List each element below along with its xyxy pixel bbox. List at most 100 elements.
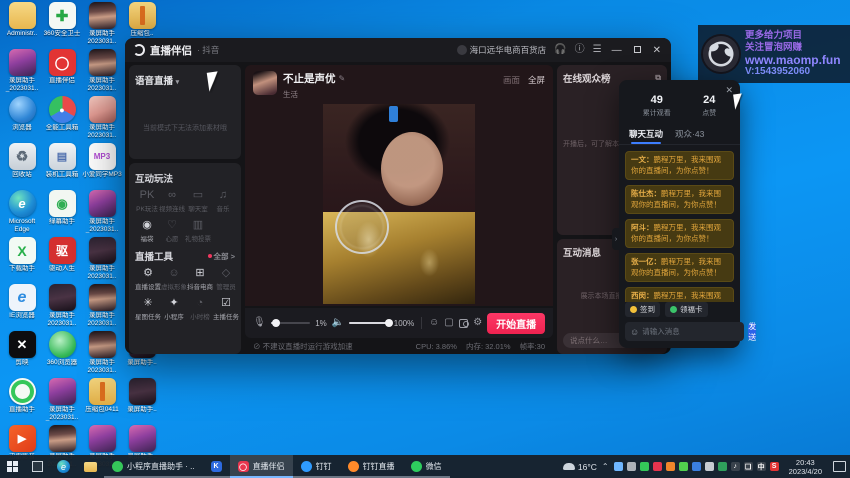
play-item-福袋[interactable]: ◉福袋 <box>135 219 159 243</box>
desktop-icon-360安全卫士[interactable]: ✚360安全卫士 <box>42 2 82 49</box>
tray-icon[interactable] <box>692 462 701 471</box>
desktop-icon-压缩包0411[interactable]: 压缩包0411 <box>82 378 122 425</box>
tray-icon[interactable] <box>640 462 649 471</box>
desktop-icon-录屏助手_2023031..[interactable]: 录屏助手_2023031.. <box>2 49 42 96</box>
tool-item-虚拟形象[interactable]: ☺虚拟形象 <box>161 267 187 291</box>
desktop-icon-直播伴侣[interactable]: ◯直播伴侣 <box>42 49 82 96</box>
desktop-icon-录屏助手_2023031..[interactable]: 录屏助手_2023031.. <box>82 190 122 237</box>
tray-icon[interactable] <box>627 462 636 471</box>
desktop-icon-Microsoft Edge[interactable]: eMicrosoft Edge <box>2 190 42 237</box>
tool-item-管理员[interactable]: ◇管理员 <box>213 267 239 291</box>
desktop-icon-驱动人生[interactable]: 驱驱动人生 <box>42 237 82 284</box>
send-button[interactable]: 发送 <box>748 323 756 340</box>
beauty-icon[interactable]: ☺ <box>429 318 439 328</box>
speaker-volume-slider[interactable] <box>349 322 389 324</box>
minimize-button[interactable]: — <box>610 45 624 56</box>
taskbar-app-钉钉直播[interactable]: 钉钉直播 <box>340 455 403 478</box>
desktop-icon-录屏助手2023031..[interactable]: 录屏助手2023031.. <box>82 96 122 143</box>
tray-icon[interactable]: 中 <box>757 462 766 471</box>
tool-item-主播任务[interactable]: ☑主播任务 <box>213 297 239 321</box>
desktop-icon-IE浏览器[interactable]: eIE浏览器 <box>2 284 42 331</box>
layout-icon[interactable]: ▢ <box>444 318 453 328</box>
info-icon[interactable]: ⓘ <box>575 45 585 55</box>
desktop-icon-录屏助手_2023031..[interactable]: 录屏助手_2023031.. <box>42 378 82 425</box>
play-item-PK玩法[interactable]: PKPK玩法 <box>135 189 159 213</box>
chat-close-icon[interactable]: ✕ <box>725 85 733 96</box>
desktop-icon-全能工具箱[interactable]: ●全能工具箱 <box>42 96 82 143</box>
desktop-icon-回收站[interactable]: ♻回收站 <box>2 143 42 190</box>
desktop-icon-剪映[interactable]: ✕剪映 <box>2 331 42 378</box>
taskbar-app-小程序直播助手 · ..[interactable]: 小程序直播助手 · .. <box>104 455 203 478</box>
chat-message-input[interactable] <box>642 327 739 336</box>
tool-item-小程序[interactable]: ✦小程序 <box>161 297 187 321</box>
tray-icon[interactable] <box>705 462 714 471</box>
taskbar-app-微信[interactable]: 微信 <box>403 455 450 478</box>
desktop-icon-下载助手[interactable]: X下载助手 <box>2 237 42 284</box>
taskbar-clock[interactable]: 20:43 2023/4/20 <box>784 458 827 476</box>
tool-item-星图任务[interactable]: ✳星图任务 <box>135 297 161 321</box>
tray-icon[interactable]: S <box>770 462 779 471</box>
edit-icon[interactable]: ✎ <box>339 74 346 83</box>
desktop-icon-Administr..[interactable]: Administr.. <box>2 2 42 49</box>
taskbar-app-K[interactable]: K <box>203 455 230 478</box>
mode-selector[interactable]: 语音直播 ▾ <box>135 76 179 87</box>
tool-item-抖音电商[interactable]: ⊞抖音电商 <box>187 267 213 291</box>
maximize-button[interactable] <box>632 45 643 56</box>
desktop-icon-绿幕助手[interactable]: ◉绿幕助手 <box>42 190 82 237</box>
desktop-icon-录屏助手2023031..[interactable]: 录屏助手2023031.. <box>82 331 122 378</box>
desktop-icon-小爱同学MP3[interactable]: MP3小爱同学MP3 <box>82 143 122 190</box>
play-item-音乐[interactable]: ♫音乐 <box>211 189 235 213</box>
headset-support-icon[interactable]: 🎧 <box>554 45 566 55</box>
tray-icon[interactable]: ♪ <box>731 462 740 471</box>
tray-expand-chevron-icon[interactable]: ⌃ <box>602 462 609 471</box>
tray-icon[interactable] <box>718 462 727 471</box>
chat-collapse-handle[interactable]: › <box>612 228 620 250</box>
taskbar-app-钉钉[interactable]: 钉钉 <box>293 455 340 478</box>
chat-chip-领福卡[interactable]: 领福卡 <box>665 302 708 317</box>
tool-item-直播设置[interactable]: ⚙直播设置 <box>135 267 161 291</box>
menu-icon[interactable]: ☰ <box>593 45 602 55</box>
desktop-icon-录屏助手2023031..[interactable]: 录屏助手2023031.. <box>82 284 122 331</box>
tray-icon[interactable] <box>653 462 662 471</box>
chat-chip-签到[interactable]: 签到 <box>625 302 660 317</box>
action-center-icon[interactable] <box>833 461 846 472</box>
tray-icon[interactable] <box>679 462 688 471</box>
desktop-icon-录屏助手2023031..[interactable]: 录屏助手2023031.. <box>82 237 122 284</box>
play-item-聊天室[interactable]: ▭聊天室 <box>185 189 211 213</box>
taskbar-weather[interactable]: 16°C <box>563 462 597 472</box>
mic-icon[interactable]: 🎙 <box>253 318 266 328</box>
desktop-icon-录屏助手2023031..[interactable]: 录屏助手2023031.. <box>82 49 122 96</box>
tools-all-link[interactable]: 全部 > <box>208 251 235 262</box>
desktop-icon-360浏览器[interactable]: 360浏览器 <box>42 331 82 378</box>
taskbar-app-直播伴侣[interactable]: ◯直播伴侣 <box>230 455 293 478</box>
settings-gear-icon[interactable]: ⚙ <box>473 318 482 328</box>
speaker-icon[interactable]: 🔈 <box>332 318 344 328</box>
desktop-icon-直播助手[interactable]: 直播助手 <box>2 378 42 425</box>
desktop-icon-录屏助手2023031..[interactable]: 录屏助手2023031.. <box>82 2 122 49</box>
preview-tab-screen[interactable]: 画面 <box>503 74 520 86</box>
tray-icon[interactable] <box>614 462 623 471</box>
camera-icon[interactable] <box>459 319 469 328</box>
close-button[interactable]: ✕ <box>651 45 663 56</box>
taskbar-edge-button[interactable]: e <box>50 455 77 478</box>
start-button[interactable] <box>0 455 25 478</box>
tool-item-小时榜[interactable]: ◔小时榜 <box>187 297 213 321</box>
tray-icon[interactable]: ❏ <box>744 462 753 471</box>
play-item-心愿[interactable]: ♡心愿 <box>159 219 185 243</box>
file-explorer-button[interactable] <box>77 455 104 478</box>
emoji-icon[interactable]: ☺ <box>630 327 639 337</box>
desktop-icon-录屏助手2023031..[interactable]: 录屏助手2023031.. <box>42 284 82 331</box>
tray-icon[interactable] <box>666 462 675 471</box>
chat-tab-观众·43[interactable]: 观众·43 <box>675 128 704 144</box>
desktop-icon-装机工具箱[interactable]: ▤装机工具箱 <box>42 143 82 190</box>
task-view-button[interactable] <box>25 455 50 478</box>
start-live-button[interactable]: 开始直播 <box>487 313 545 334</box>
desktop-icon-浏览器[interactable]: 浏览器 <box>2 96 42 143</box>
play-item-礼物投票[interactable]: ▥礼物投票 <box>185 219 211 243</box>
shop-entry[interactable]: 海口远华电商百货店 <box>457 44 547 56</box>
preview-tab-fullscreen[interactable]: 全屏 <box>528 74 545 86</box>
chat-tab-聊天互动[interactable]: 聊天互动 <box>629 128 663 144</box>
mic-volume-slider[interactable] <box>271 322 311 324</box>
play-item-视频连线[interactable]: ∞视频连线 <box>159 189 185 213</box>
desktop-icon-录屏助手..[interactable]: 录屏助手.. <box>122 378 162 425</box>
